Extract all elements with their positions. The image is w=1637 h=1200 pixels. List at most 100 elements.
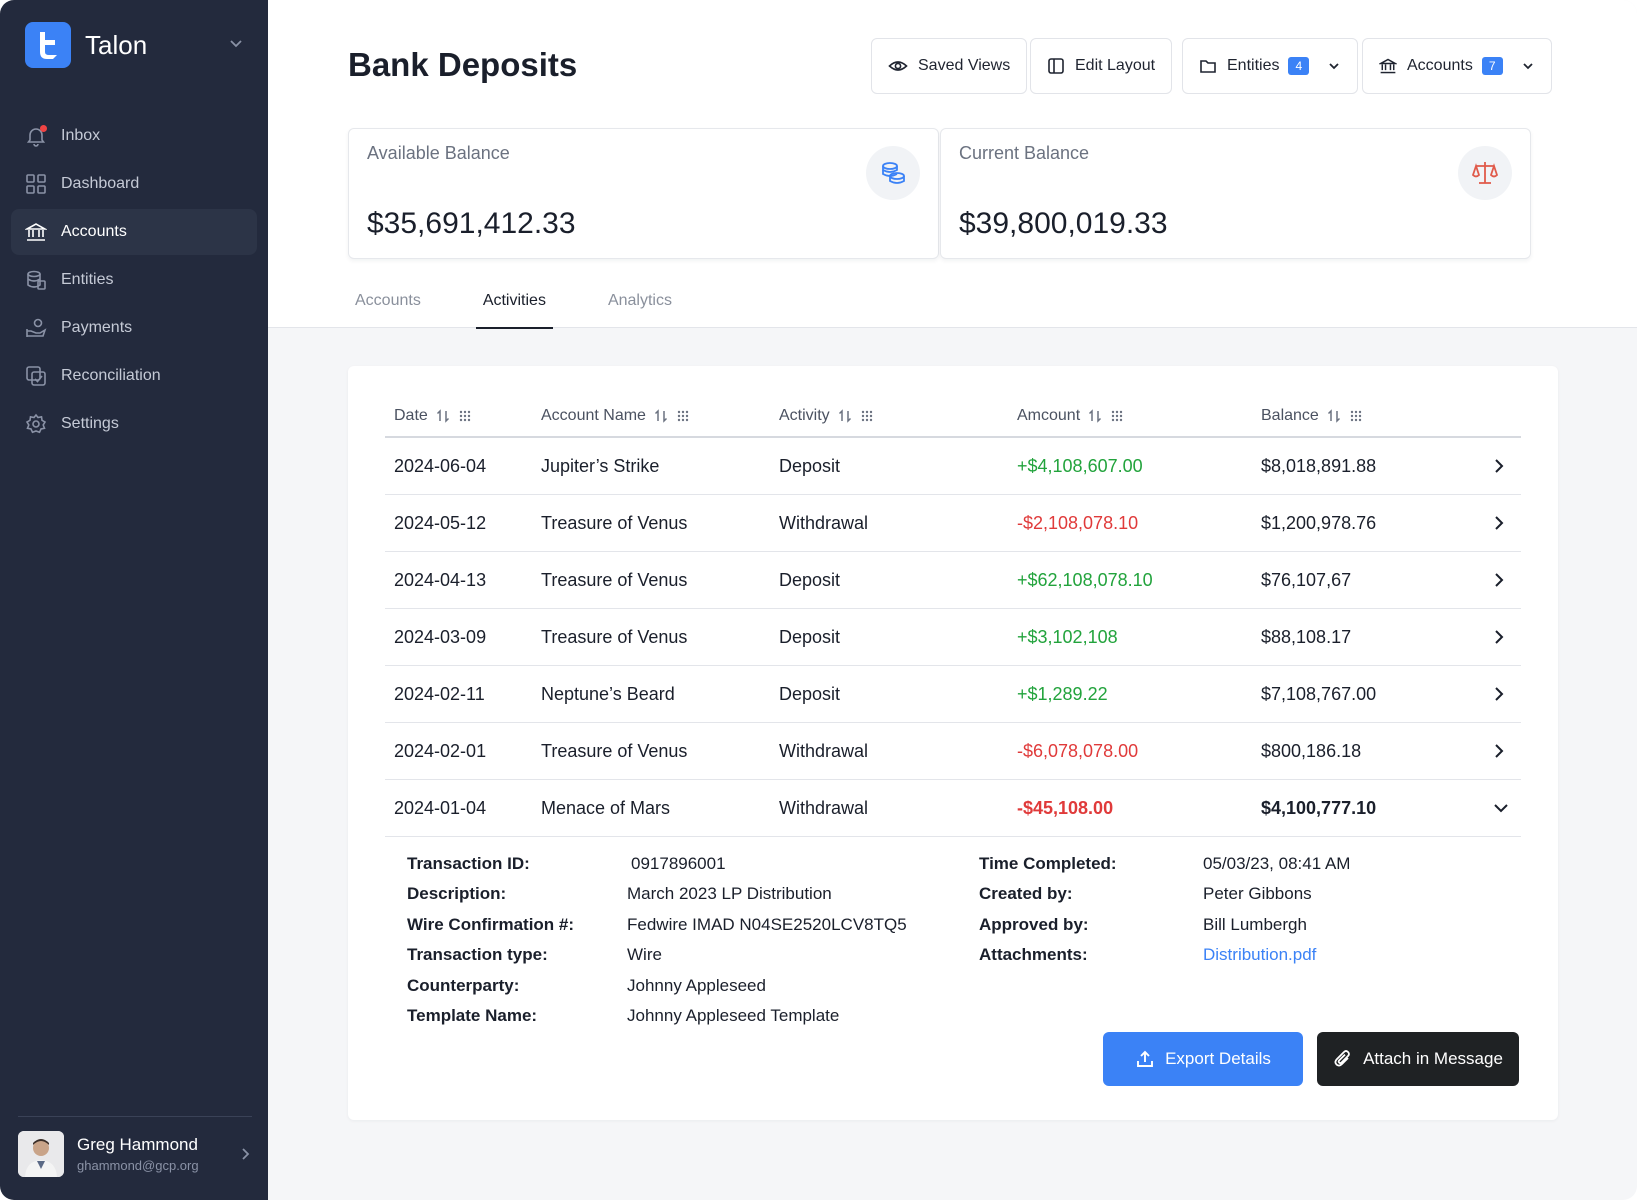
chevron-right-icon[interactable]	[1491, 742, 1507, 760]
transaction-id-value: 0917896001	[631, 854, 726, 873]
table-row[interactable]: 2024-05-12 Treasure of Venus Withdrawal …	[385, 495, 1521, 552]
table-header: Date Account Name Activity Amcount Balan…	[385, 394, 1521, 438]
approved-by-value: Bill Lumbergh	[1203, 915, 1307, 934]
user-profile[interactable]: Greg Hammond ghammond@gcp.org	[18, 1116, 252, 1177]
layout-icon	[1047, 57, 1065, 75]
column-label: Amcount	[1017, 407, 1081, 424]
drag-handle-icon[interactable]	[860, 409, 874, 423]
cell-activity: Withdrawal	[779, 513, 869, 533]
accounts-filter-label: Accounts	[1407, 57, 1473, 74]
drag-handle-icon[interactable]	[1110, 409, 1124, 423]
description-label: Description:	[407, 884, 507, 903]
table-row-expanded[interactable]: 2024-01-04 Menace of Mars Withdrawal -$4…	[385, 780, 1521, 837]
table-row[interactable]: 2024-06-04 Jupiter’s Strike Deposit +$4,…	[385, 438, 1521, 495]
sidebar-item-label: Accounts	[61, 223, 127, 240]
chevron-right-icon[interactable]	[1491, 457, 1507, 475]
sort-icon[interactable]	[436, 409, 450, 423]
drag-handle-icon[interactable]	[1349, 409, 1363, 423]
attachments-label: Attachments:	[979, 945, 1088, 964]
entities-filter-button[interactable]: Entities 4	[1182, 38, 1359, 94]
column-activity[interactable]: Activity	[779, 407, 874, 425]
table-row[interactable]: 2024-02-01 Treasure of Venus Withdrawal …	[385, 723, 1521, 780]
tab-accounts[interactable]: Accounts	[348, 280, 428, 328]
available-balance-label: Available Balance	[367, 143, 510, 163]
column-amount[interactable]: Amcount	[1017, 407, 1124, 425]
table-row[interactable]: 2024-02-11 Neptune’s Beard Deposit +$1,2…	[385, 666, 1521, 723]
cell-balance: $800,186.18	[1261, 741, 1362, 761]
cell-account-name: Treasure of Venus	[541, 741, 688, 761]
chevron-right-icon[interactable]	[1491, 514, 1507, 532]
table-row[interactable]: 2024-03-09 Treasure of Venus Deposit +$3…	[385, 609, 1521, 666]
drag-handle-icon[interactable]	[458, 409, 472, 423]
tab-bar: Accounts Activities Analytics	[348, 280, 727, 329]
sidebar-item-inbox[interactable]: Inbox	[11, 113, 257, 159]
column-date[interactable]: Date	[394, 407, 472, 425]
cell-activity: Deposit	[779, 684, 841, 704]
sort-icon[interactable]	[838, 409, 852, 423]
template-name-value: Johnny Appleseed Template	[627, 1006, 840, 1025]
database-icon	[25, 269, 47, 291]
sidebar-item-dashboard[interactable]: Dashboard	[11, 161, 257, 207]
page-title: Bank Deposits	[348, 46, 578, 83]
hand-coins-icon	[25, 317, 47, 339]
talon-logo-icon	[25, 22, 71, 68]
cell-balance: $88,108.17	[1261, 627, 1352, 647]
saved-views-button[interactable]: Saved Views	[871, 38, 1028, 94]
current-balance-value: $39,800,019.33	[959, 207, 1168, 240]
cell-balance: $7,108,767.00	[1261, 684, 1377, 704]
chevron-right-icon[interactable]	[1491, 628, 1507, 646]
tab-activities[interactable]: Activities	[475, 280, 554, 329]
chevron-right-icon[interactable]	[1491, 571, 1507, 589]
sidebar-item-payments[interactable]: Payments	[11, 305, 257, 351]
entities-count-badge: 4	[1288, 57, 1310, 75]
sidebar-item-reconciliation[interactable]: Reconciliation	[11, 353, 257, 399]
sidebar-item-entities[interactable]: Entities	[11, 257, 257, 303]
cell-activity: Withdrawal	[779, 798, 869, 818]
brand-switcher[interactable]: Talon	[25, 22, 245, 68]
accounts-count-badge: 7	[1481, 57, 1503, 75]
cell-date: 2024-06-04	[394, 456, 487, 476]
column-label: Date	[394, 407, 428, 424]
cell-date: 2024-03-09	[394, 627, 487, 647]
reconcile-icon	[25, 365, 47, 387]
cell-activity: Deposit	[779, 456, 841, 476]
current-balance-card: Current Balance $39,800,019.33	[940, 128, 1531, 259]
cell-account-name: Treasure of Venus	[541, 570, 688, 590]
entities-filter-label: Entities	[1227, 57, 1280, 74]
cell-activity: Deposit	[779, 570, 841, 590]
available-balance-value: $35,691,412.33	[367, 207, 576, 240]
wire-confirmation-value: Fedwire IMAD N04SE2520LCV8TQ5	[627, 915, 907, 934]
edit-layout-button[interactable]: Edit Layout	[1030, 38, 1173, 94]
time-completed-label: Time Completed:	[979, 854, 1117, 873]
attach-in-message-button[interactable]: Attach in Message	[1317, 1032, 1519, 1086]
export-details-label: Export Details	[1165, 1049, 1271, 1068]
paperclip-icon	[1333, 1049, 1353, 1069]
attachment-link[interactable]: Distribution.pdf	[1203, 945, 1316, 964]
created-by-value: Peter Gibbons	[1203, 884, 1312, 903]
saved-views-label: Saved Views	[918, 57, 1011, 74]
app-name: Talon	[85, 29, 148, 60]
bank-icon	[25, 221, 47, 243]
column-account-name[interactable]: Account Name	[541, 407, 690, 425]
wire-confirmation-label: Wire Confirmation #:	[407, 915, 575, 934]
chevron-down-icon[interactable]	[227, 34, 245, 52]
sidebar-item-label: Reconciliation	[61, 367, 161, 384]
chevron-down-icon[interactable]	[1491, 799, 1511, 817]
table-row[interactable]: 2024-04-13 Treasure of Venus Deposit +$6…	[385, 552, 1521, 609]
tab-analytics[interactable]: Analytics	[601, 280, 679, 328]
accounts-filter-button[interactable]: Accounts 7	[1362, 38, 1552, 94]
sidebar-item-settings[interactable]: Settings	[11, 401, 257, 447]
avatar	[18, 1131, 64, 1177]
column-balance[interactable]: Balance	[1261, 407, 1363, 425]
sort-icon[interactable]	[1327, 409, 1341, 423]
sort-icon[interactable]	[654, 409, 668, 423]
cell-date: 2024-02-11	[394, 684, 485, 704]
available-balance-card: Available Balance $35,691,412.33	[348, 128, 939, 259]
export-details-button[interactable]: Export Details	[1103, 1032, 1303, 1086]
chevron-right-icon[interactable]	[1491, 685, 1507, 703]
sidebar-item-accounts[interactable]: Accounts	[11, 209, 257, 255]
user-name: Greg Hammond	[77, 1135, 198, 1154]
chevron-right-icon[interactable]	[238, 1145, 252, 1168]
drag-handle-icon[interactable]	[676, 409, 690, 423]
sort-icon[interactable]	[1088, 409, 1102, 423]
